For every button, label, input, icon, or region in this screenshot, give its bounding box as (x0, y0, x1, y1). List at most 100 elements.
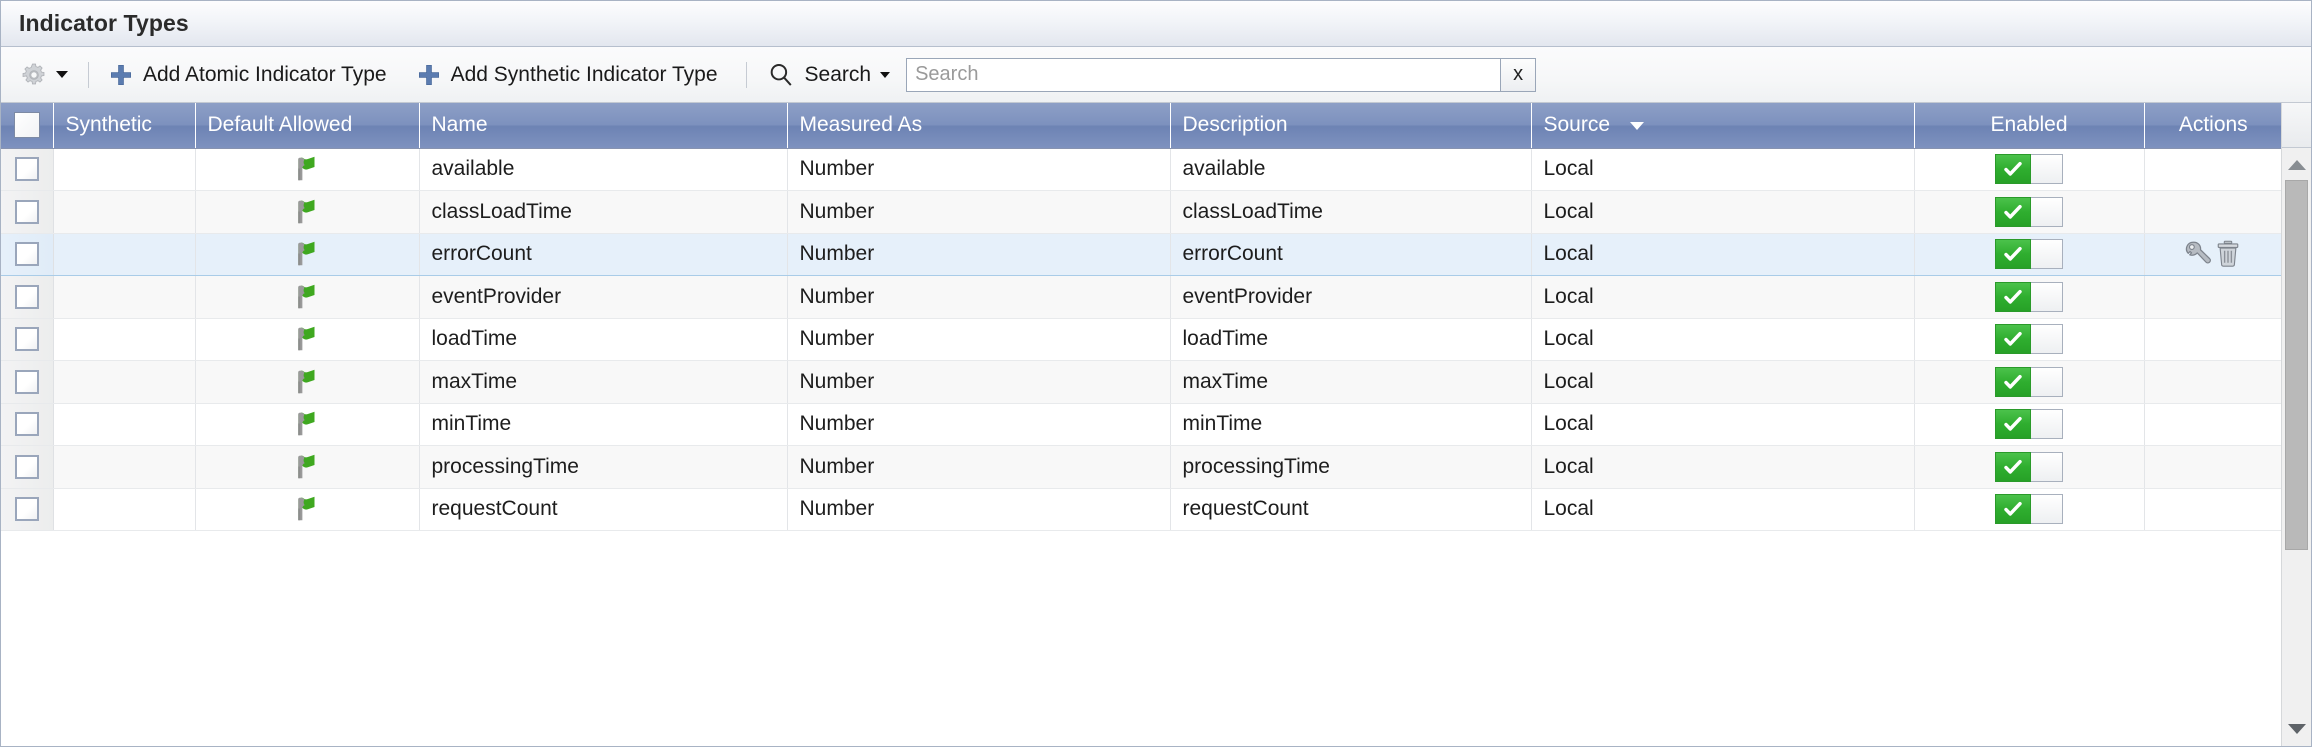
table-row[interactable]: maxTime Number maxTime Local (1, 360, 2281, 404)
enabled-toggle[interactable] (1995, 494, 2063, 525)
cell-actions[interactable] (2144, 403, 2281, 446)
cell-actions[interactable] (2144, 275, 2281, 319)
table-row[interactable]: eventProvider Number eventProvider Local (1, 275, 2281, 319)
add-atomic-indicator-type-button[interactable]: Add Atomic Indicator Type (103, 55, 393, 95)
scroll-down-button[interactable] (2282, 716, 2311, 742)
search-menu-button[interactable]: Search (761, 55, 897, 95)
cell-actions[interactable] (2144, 148, 2281, 191)
table-body: available Number available Local classLoadTi… (1, 148, 2281, 531)
row-checkbox[interactable] (14, 412, 39, 437)
search-box: x (906, 57, 1537, 92)
cell-enabled[interactable] (1914, 360, 2145, 404)
column-header-source[interactable]: Source (1531, 103, 1915, 149)
column-header-description[interactable]: Description (1170, 103, 1532, 149)
search-input[interactable] (906, 57, 1501, 92)
cell-measured-as: Number (787, 232, 1171, 276)
enabled-toggle[interactable] (1995, 451, 2063, 482)
scrollbar-track[interactable] (2282, 148, 2311, 746)
row-checkbox[interactable] (14, 242, 39, 267)
enabled-toggle[interactable] (1995, 324, 2063, 355)
cell-enabled[interactable] (1914, 232, 2145, 276)
cell-default-allowed (195, 403, 420, 446)
cell-enabled[interactable] (1914, 488, 2145, 531)
row-select-cell[interactable] (1, 360, 54, 404)
cell-default-allowed (195, 318, 420, 361)
row-checkbox[interactable] (14, 284, 39, 309)
row-select-cell[interactable] (1, 148, 54, 191)
column-header-synthetic[interactable]: Synthetic (53, 103, 196, 149)
cell-enabled[interactable] (1914, 445, 2145, 489)
table-row[interactable]: requestCount Number requestCount Local (1, 488, 2281, 531)
row-select-cell[interactable] (1, 232, 54, 276)
chevron-down-icon (56, 71, 68, 78)
cell-enabled[interactable] (1914, 190, 2145, 234)
column-header-enabled[interactable]: Enabled (1914, 103, 2145, 149)
row-checkbox[interactable] (14, 199, 39, 224)
table-row[interactable]: loadTime Number loadTime Local (1, 318, 2281, 361)
cell-description: errorCount (1170, 232, 1532, 276)
column-header-measured-as[interactable]: Measured As (787, 103, 1171, 149)
row-select-cell[interactable] (1, 318, 54, 361)
cell-synthetic (53, 360, 196, 404)
table-row[interactable]: available Number available Local (1, 148, 2281, 191)
cell-actions[interactable] (2144, 232, 2281, 276)
wrench-icon[interactable] (2183, 241, 2213, 265)
toggle-off-segment (2031, 494, 2063, 525)
settings-menu-button[interactable] (15, 55, 74, 95)
trash-icon[interactable] (2213, 240, 2243, 267)
enabled-toggle[interactable] (1995, 281, 2063, 312)
cell-synthetic (53, 148, 196, 191)
cell-enabled[interactable] (1914, 148, 2145, 191)
scroll-up-button[interactable] (2282, 152, 2311, 178)
vertical-scrollbar[interactable] (2281, 103, 2311, 746)
enabled-toggle[interactable] (1995, 154, 2063, 185)
column-header-label: Synthetic (65, 113, 152, 137)
checkmark-icon (2002, 371, 2024, 393)
table-row[interactable]: errorCount Number errorCount Local (1, 232, 2281, 276)
select-all-header[interactable] (1, 103, 54, 149)
row-checkbox[interactable] (14, 157, 39, 182)
cell-default-allowed (195, 488, 420, 531)
row-select-cell[interactable] (1, 488, 54, 531)
row-select-cell[interactable] (1, 190, 54, 234)
column-header-default-allowed[interactable]: Default Allowed (195, 103, 420, 149)
cell-actions[interactable] (2144, 318, 2281, 361)
row-select-cell[interactable] (1, 275, 54, 319)
column-header-name[interactable]: Name (419, 103, 788, 149)
enabled-toggle[interactable] (1995, 196, 2063, 227)
row-checkbox[interactable] (14, 497, 39, 522)
table-row[interactable]: processingTime Number processingTime Local (1, 445, 2281, 489)
cell-enabled[interactable] (1914, 318, 2145, 361)
enabled-toggle[interactable] (1995, 239, 2063, 270)
cell-description: requestCount (1170, 488, 1532, 531)
cell-actions[interactable] (2144, 360, 2281, 404)
scrollbar-thumb[interactable] (2285, 180, 2308, 550)
cell-source: Local (1531, 275, 1915, 319)
clear-search-button[interactable]: x (1500, 57, 1537, 92)
cell-measured-as: Number (787, 275, 1171, 319)
row-select-cell[interactable] (1, 403, 54, 446)
table-row[interactable]: classLoadTime Number classLoadTime Local (1, 190, 2281, 234)
row-checkbox[interactable] (14, 454, 39, 479)
titlebar: Indicator Types (1, 1, 2311, 47)
enabled-toggle[interactable] (1995, 366, 2063, 397)
toggle-on-segment (1995, 239, 2031, 270)
column-header-actions[interactable]: Actions (2144, 103, 2281, 149)
cell-enabled[interactable] (1914, 275, 2145, 319)
toolbar-divider-2 (745, 61, 747, 88)
table-row[interactable]: minTime Number minTime Local (1, 403, 2281, 446)
toggle-off-segment (2031, 409, 2063, 440)
select-all-checkbox[interactable] (13, 112, 40, 139)
row-select-cell[interactable] (1, 445, 54, 489)
cell-actions[interactable] (2144, 445, 2281, 489)
cell-actions[interactable] (2144, 488, 2281, 531)
cell-default-allowed (195, 232, 420, 276)
cell-enabled[interactable] (1914, 403, 2145, 446)
toggle-on-segment (1995, 154, 2031, 185)
toggle-on-segment (1995, 451, 2031, 482)
row-checkbox[interactable] (14, 369, 39, 394)
cell-actions[interactable] (2144, 190, 2281, 234)
enabled-toggle[interactable] (1995, 409, 2063, 440)
add-synthetic-indicator-type-button[interactable]: Add Synthetic Indicator Type (411, 55, 724, 95)
row-checkbox[interactable] (14, 327, 39, 352)
